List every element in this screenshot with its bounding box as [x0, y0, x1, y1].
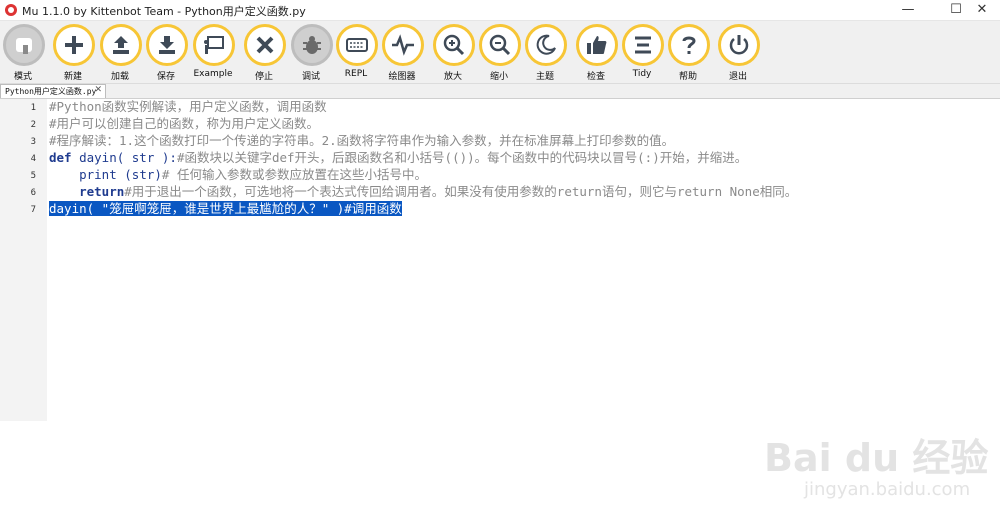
plus-icon	[53, 24, 95, 66]
keyboard-icon	[336, 24, 378, 66]
tab-label: Python用户定义函数.py	[5, 87, 97, 96]
help-icon	[668, 24, 710, 66]
save-button[interactable]: 保存	[144, 24, 188, 82]
code-line-2: #用户可以创建自己的函数，称为用户定义函数。	[49, 116, 320, 131]
line-comment: #用于退出一个函数，可选地将一个表达式传回给调用者。如果没有使用参数的retur…	[124, 184, 798, 199]
power-icon	[718, 24, 760, 66]
line-number: 5	[30, 171, 36, 181]
keyword-return: return	[79, 184, 125, 199]
code-line-4: def dayin( str ):#函数块以关键字def开头，后跟函数名和小括号…	[49, 150, 747, 166]
print-call: print (str)	[79, 167, 162, 182]
help-button[interactable]: 帮助	[666, 24, 710, 82]
quit-button[interactable]: 退出	[716, 24, 760, 82]
code-line-3: #程序解读：1.这个函数打印一个传递的字符串。2.函数将字符串作为输入参数，并在…	[49, 133, 675, 148]
theme-button[interactable]: 主题	[523, 24, 567, 82]
download-icon	[146, 24, 188, 66]
line-comment: #函数块以关键字def开头，后跟函数名和小括号(())。每个函数中的代码块以冒号…	[176, 150, 748, 165]
wave-icon	[382, 24, 424, 66]
function-signature: dayin( str ):	[71, 150, 177, 165]
watermark-url: jingyan.baidu.com	[804, 479, 971, 500]
line-number-gutter: 1 2 3 4 5 6 7	[0, 99, 47, 421]
watermark: Bai du 经验 jingyan.baidu.com	[764, 427, 994, 517]
mode-button[interactable]: 模式	[1, 24, 45, 82]
line-number: 7	[30, 205, 36, 215]
new-button[interactable]: 新建	[51, 24, 95, 82]
line-number: 6	[30, 188, 36, 198]
minimize-button[interactable]: —	[890, 0, 926, 20]
close-window-button[interactable]: ✕	[964, 0, 1000, 20]
code-line-6: return#用于退出一个函数，可选地将一个表达式传回给调用者。如果没有使用参数…	[49, 184, 797, 200]
window-title: Mu 1.1.0 by Kittenbot Team - Python用户定义函…	[22, 5, 306, 18]
close-icon	[244, 24, 286, 66]
mode-icon	[3, 24, 45, 66]
tab-close-icon[interactable]: ✕	[94, 85, 102, 95]
align-icon	[622, 24, 664, 66]
zoom-out-icon	[479, 24, 521, 66]
line-comment: # 任何输入参数或参数应放置在这些小括号中。	[161, 167, 427, 182]
watermark-brand: Bai du 经验	[764, 436, 989, 480]
zoom-in-icon	[433, 24, 475, 66]
tab-python-file[interactable]: Python用户定义函数.py ✕	[0, 84, 106, 98]
code-line-5: print (str)# 任何输入参数或参数应放置在这些小括号中。	[49, 167, 427, 183]
bug-icon	[291, 24, 333, 66]
example-button[interactable]: Example	[191, 24, 235, 82]
presentation-icon	[193, 24, 235, 66]
line-number: 4	[30, 154, 36, 164]
code-line-1: #Python函数实例解读，用户定义函数，调用函数	[49, 99, 327, 114]
upload-icon	[100, 24, 142, 66]
moon-icon	[525, 24, 567, 66]
line-number: 3	[30, 137, 36, 147]
selected-text: dayin( "笼屉啊笼屉，谁是世界上最尴尬的人？" )#调用函数	[49, 201, 402, 216]
stop-button[interactable]: 停止	[242, 24, 286, 82]
title-bar: Mu 1.1.0 by Kittenbot Team - Python用户定义函…	[0, 0, 1000, 21]
code-editor[interactable]: 1 2 3 4 5 6 7 #Python函数实例解读，用户定义函数，调用函数 …	[0, 99, 1000, 500]
code-line-7: dayin( "笼屉啊笼屉，谁是世界上最尴尬的人？" )#调用函数	[49, 201, 402, 217]
keyword-def: def	[49, 150, 72, 165]
tab-bar: Python用户定义函数.py ✕	[0, 84, 1000, 99]
thumbs-up-icon	[576, 24, 618, 66]
toolbar: 模式 新建 加载 保存 Example 停止 调试 REPL 绘图器 放大 缩小…	[0, 21, 1000, 84]
line-number: 2	[30, 120, 36, 130]
app-logo-icon	[5, 4, 17, 16]
plotter-button[interactable]: 绘图器	[380, 24, 424, 82]
line-number: 1	[30, 103, 36, 113]
